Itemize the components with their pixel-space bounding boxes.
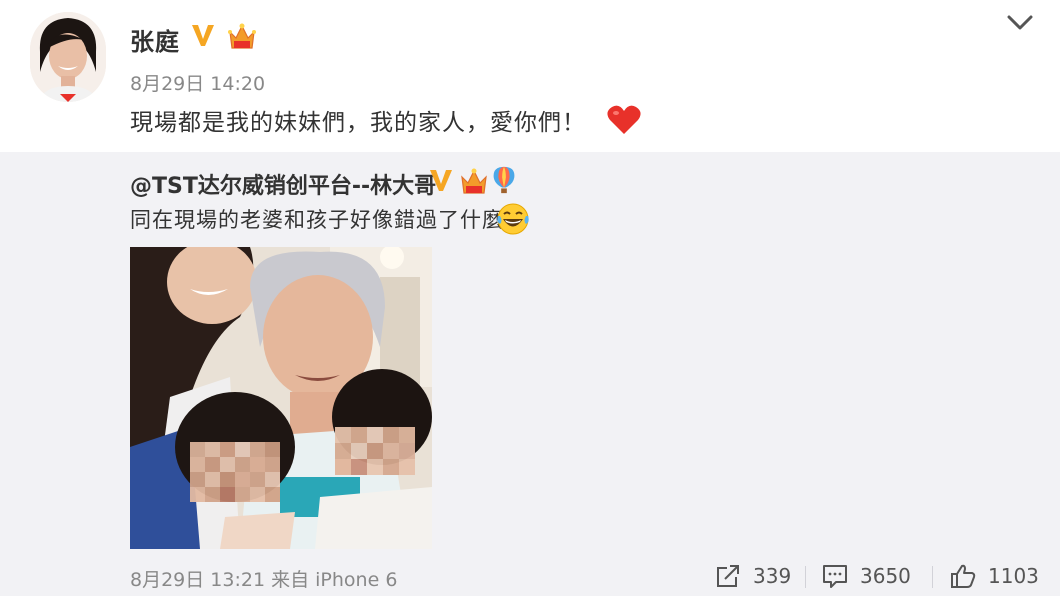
share-count: 339 — [753, 564, 792, 588]
action-divider — [932, 566, 933, 588]
verified-badge-icon — [192, 25, 214, 46]
user-name[interactable]: 张庭 — [130, 22, 180, 57]
post-text: 現場都是我的妹妹們，我的家人，愛你們！ — [130, 110, 586, 136]
like-count: 1103 — [988, 564, 1039, 588]
heart-icon — [607, 105, 641, 134]
repost-photo[interactable] — [130, 247, 432, 549]
share-button[interactable]: 339 — [715, 562, 791, 590]
comment-button[interactable]: 3650 — [822, 562, 911, 590]
family-photo-image — [130, 247, 432, 549]
repost-card[interactable]: @TST达尔威销创平台--林大哥 同在現場的老婆和孩子好像錯過了什麼 8月29日… — [0, 152, 1060, 596]
original-post: 张庭 8月29日 14:20 現場都是我的妹妹們，我的家人，愛你們！ — [0, 0, 1060, 152]
like-button[interactable]: 1103 — [950, 562, 1039, 590]
repost-timestamp-source[interactable]: 8月29日 13:21 来自 iPhone 6 — [130, 565, 397, 592]
action-divider — [805, 566, 806, 588]
avatar-portrait — [30, 12, 106, 102]
chevron-down-icon[interactable] — [1004, 10, 1036, 36]
comment-icon — [823, 565, 847, 588]
share-icon — [717, 565, 739, 587]
hot-air-balloon-icon — [493, 166, 515, 194]
laughing-tears-icon — [497, 203, 529, 235]
vip-crown-icon — [228, 23, 256, 49]
post-timestamp[interactable]: 8月29日 14:20 — [130, 69, 265, 96]
thumbs-up-icon — [951, 564, 976, 588]
comment-count: 3650 — [860, 564, 911, 588]
avatar[interactable] — [30, 12, 106, 102]
repost-text: 同在現場的老婆和孩子好像錯過了什麼 — [130, 208, 504, 232]
repost-author[interactable]: @TST达尔威销创平台--林大哥 — [130, 168, 436, 200]
vip-crown-icon — [461, 168, 487, 194]
verified-badge-icon — [430, 170, 452, 191]
